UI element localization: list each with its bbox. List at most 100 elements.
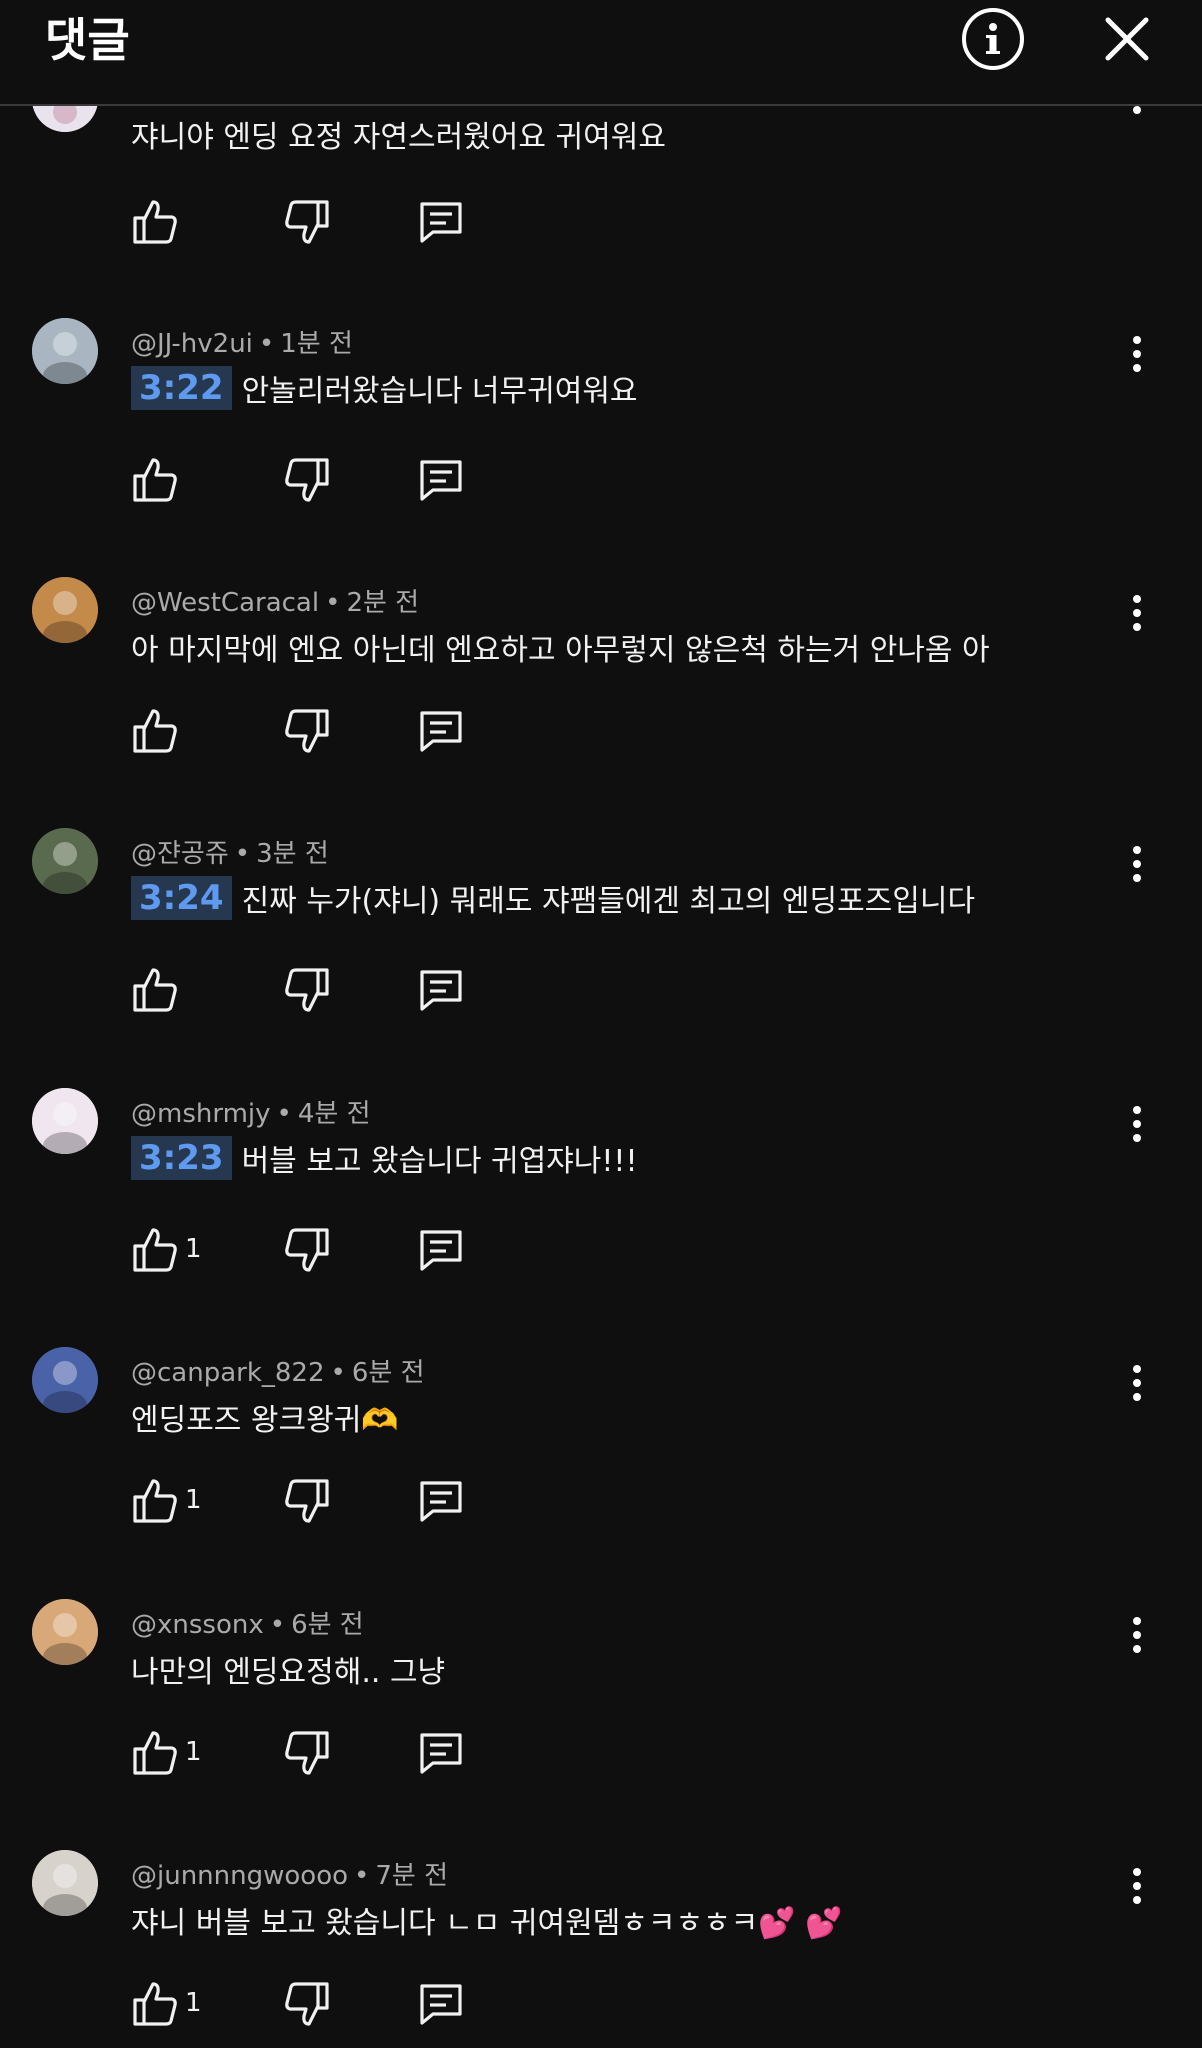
- comment-actions: [131, 198, 491, 246]
- avatar[interactable]: [32, 828, 98, 894]
- comment-time: 3분 전: [256, 839, 329, 869]
- more-vert-icon[interactable]: [1125, 1363, 1149, 1403]
- comment-text: 안놀리러왔습니다 너무귀여워요: [241, 374, 638, 409]
- meta-separator: •: [330, 1358, 346, 1388]
- avatar[interactable]: [32, 1088, 98, 1154]
- reply-icon[interactable]: [417, 707, 465, 755]
- more-vert-icon[interactable]: [1125, 1615, 1149, 1655]
- more-vert-icon[interactable]: [1125, 1104, 1149, 1144]
- comment-text: 진짜 누가(쟈니) 뭐래도 쟈팸들에겐 최고의 엔딩포즈입니다: [241, 884, 976, 919]
- like-count: 1: [185, 1737, 202, 1767]
- thumbs-up-icon[interactable]: [131, 198, 179, 246]
- comment-meta: @xnssonx • 6분 전: [131, 1604, 364, 1641]
- thumbs-down-icon[interactable]: [283, 1980, 331, 2028]
- like-count: 1: [185, 1485, 202, 1515]
- reply-icon[interactable]: [417, 198, 465, 246]
- comment-actions: [131, 456, 491, 504]
- more-vert-icon[interactable]: [1125, 1866, 1149, 1906]
- comment-text: 나만의 엔딩요정해.. 그냥: [131, 1655, 446, 1690]
- comment-body: 엔딩포즈 왕크왕귀🫶: [131, 1395, 399, 1439]
- avatar[interactable]: [32, 318, 98, 384]
- comment-actions: 1: [131, 1729, 491, 1777]
- comment-body: 쟈니 버블 보고 왔습니다 ㄴㅁ 귀여원뎀ㅎㅋㅎㅎㅋ💕 💕: [131, 1898, 843, 1942]
- meta-separator: •: [354, 1861, 370, 1891]
- reply-icon[interactable]: [417, 966, 465, 1014]
- thumbs-down-icon[interactable]: [283, 456, 331, 504]
- timestamp-link[interactable]: 3:22: [131, 366, 232, 410]
- comment-time: 4분 전: [297, 1099, 371, 1129]
- avatar[interactable]: [32, 577, 98, 643]
- like-count: 1: [185, 1988, 202, 2018]
- comment-author[interactable]: @junnnngwoooo: [131, 1861, 348, 1891]
- comment-time: 6분 전: [351, 1358, 425, 1388]
- comment-author[interactable]: @mshrmjy: [131, 1099, 271, 1129]
- reply-icon[interactable]: [417, 1477, 465, 1525]
- comment-actions: [131, 707, 491, 755]
- thumbs-up-icon[interactable]: [131, 1729, 179, 1777]
- comment-text: 아 마지막에 엔요 아닌데 엔요하고 아무렇지 않은척 하는거 안나옴 아: [131, 633, 990, 668]
- thumbs-down-icon[interactable]: [283, 1729, 331, 1777]
- thumbs-down-icon[interactable]: [283, 966, 331, 1014]
- comment-body: 3:24 진짜 누가(쟈니) 뭐래도 쟈팸들에겐 최고의 엔딩포즈입니다: [131, 876, 975, 920]
- comment-time: 7분 전: [375, 1861, 449, 1891]
- comment-actions: 1: [131, 1980, 491, 2028]
- reply-icon[interactable]: [417, 1226, 465, 1274]
- thumbs-up-icon[interactable]: [131, 1477, 179, 1525]
- comment-meta: @쟌공쥬 • 3분 전: [131, 833, 329, 870]
- comment-time: 6분 전: [291, 1610, 364, 1640]
- avatar[interactable]: [32, 1599, 98, 1665]
- comment-author[interactable]: @canpark_822: [131, 1358, 325, 1388]
- comment-time: 2분 전: [346, 588, 420, 618]
- thumbs-up-icon[interactable]: [131, 966, 179, 1014]
- comment-body: 3:22 안놀리러왔습니다 너무귀여워요: [131, 366, 638, 410]
- thumbs-up-icon[interactable]: [131, 1980, 179, 2028]
- comment-text: 엔딩포즈 왕크왕귀🫶: [131, 1403, 399, 1438]
- comment-author[interactable]: @JJ-hv2ui: [131, 329, 253, 359]
- thumbs-up-icon[interactable]: [131, 456, 179, 504]
- comment-actions: [131, 966, 491, 1014]
- header-title: 댓글: [45, 13, 130, 67]
- like-count: 1: [185, 1234, 202, 1264]
- avatar[interactable]: [32, 1347, 98, 1413]
- comment-meta: @canpark_822 • 6분 전: [131, 1352, 425, 1389]
- comment-body: 3:23 버블 보고 왔습니다 귀엽쟈나!!!: [131, 1136, 637, 1180]
- comment-meta: @JJ-hv2ui • 1분 전: [131, 323, 353, 360]
- reply-icon[interactable]: [417, 1980, 465, 2028]
- comment-text: 버블 보고 왔습니다 귀엽쟈나!!!: [241, 1144, 638, 1179]
- comment-author[interactable]: @WestCaracal: [131, 588, 319, 618]
- meta-separator: •: [269, 1610, 286, 1640]
- thumbs-down-icon[interactable]: [283, 198, 331, 246]
- info-icon[interactable]: [962, 8, 1024, 70]
- reply-icon[interactable]: [417, 456, 465, 504]
- comment-meta: @junnnngwoooo • 7분 전: [131, 1855, 448, 1892]
- meta-separator: •: [325, 588, 341, 618]
- timestamp-link[interactable]: 3:23: [131, 1136, 232, 1180]
- more-vert-icon[interactable]: [1125, 334, 1149, 374]
- thumbs-up-icon[interactable]: [131, 1226, 179, 1274]
- reply-icon[interactable]: [417, 1729, 465, 1777]
- comment-actions: 1: [131, 1477, 491, 1525]
- thumbs-up-icon[interactable]: [131, 707, 179, 755]
- comment-author[interactable]: @쟌공쥬: [131, 839, 229, 869]
- more-vert-icon[interactable]: [1125, 593, 1149, 633]
- timestamp-link[interactable]: 3:24: [131, 876, 232, 920]
- meta-separator: •: [276, 1099, 292, 1129]
- more-vert-icon[interactable]: [1125, 104, 1149, 144]
- comment-author[interactable]: @xnssonx: [131, 1610, 264, 1640]
- thumbs-down-icon[interactable]: [283, 1226, 331, 1274]
- more-vert-icon[interactable]: [1125, 844, 1149, 884]
- comment-time: 1분 전: [280, 329, 353, 359]
- avatar[interactable]: [32, 1850, 98, 1916]
- comment-meta: @WestCaracal • 2분 전: [131, 582, 419, 619]
- thumbs-down-icon[interactable]: [283, 1477, 331, 1525]
- meta-separator: •: [258, 329, 275, 359]
- comment-body: 아 마지막에 엔요 아닌데 엔요하고 아무렇지 않은척 하는거 안나옴 아: [131, 625, 990, 669]
- comment-actions: 1: [131, 1226, 491, 1274]
- comments-header: 댓글: [0, 0, 1202, 106]
- close-icon[interactable]: [1100, 12, 1154, 66]
- thumbs-down-icon[interactable]: [283, 707, 331, 755]
- meta-separator: •: [234, 839, 251, 869]
- comment-text: 쟈니야 엔딩 요정 자연스러웠어요 귀여워요: [131, 120, 666, 155]
- comment-body: 나만의 엔딩요정해.. 그냥: [131, 1647, 445, 1691]
- comment-meta: @mshrmjy • 4분 전: [131, 1093, 371, 1130]
